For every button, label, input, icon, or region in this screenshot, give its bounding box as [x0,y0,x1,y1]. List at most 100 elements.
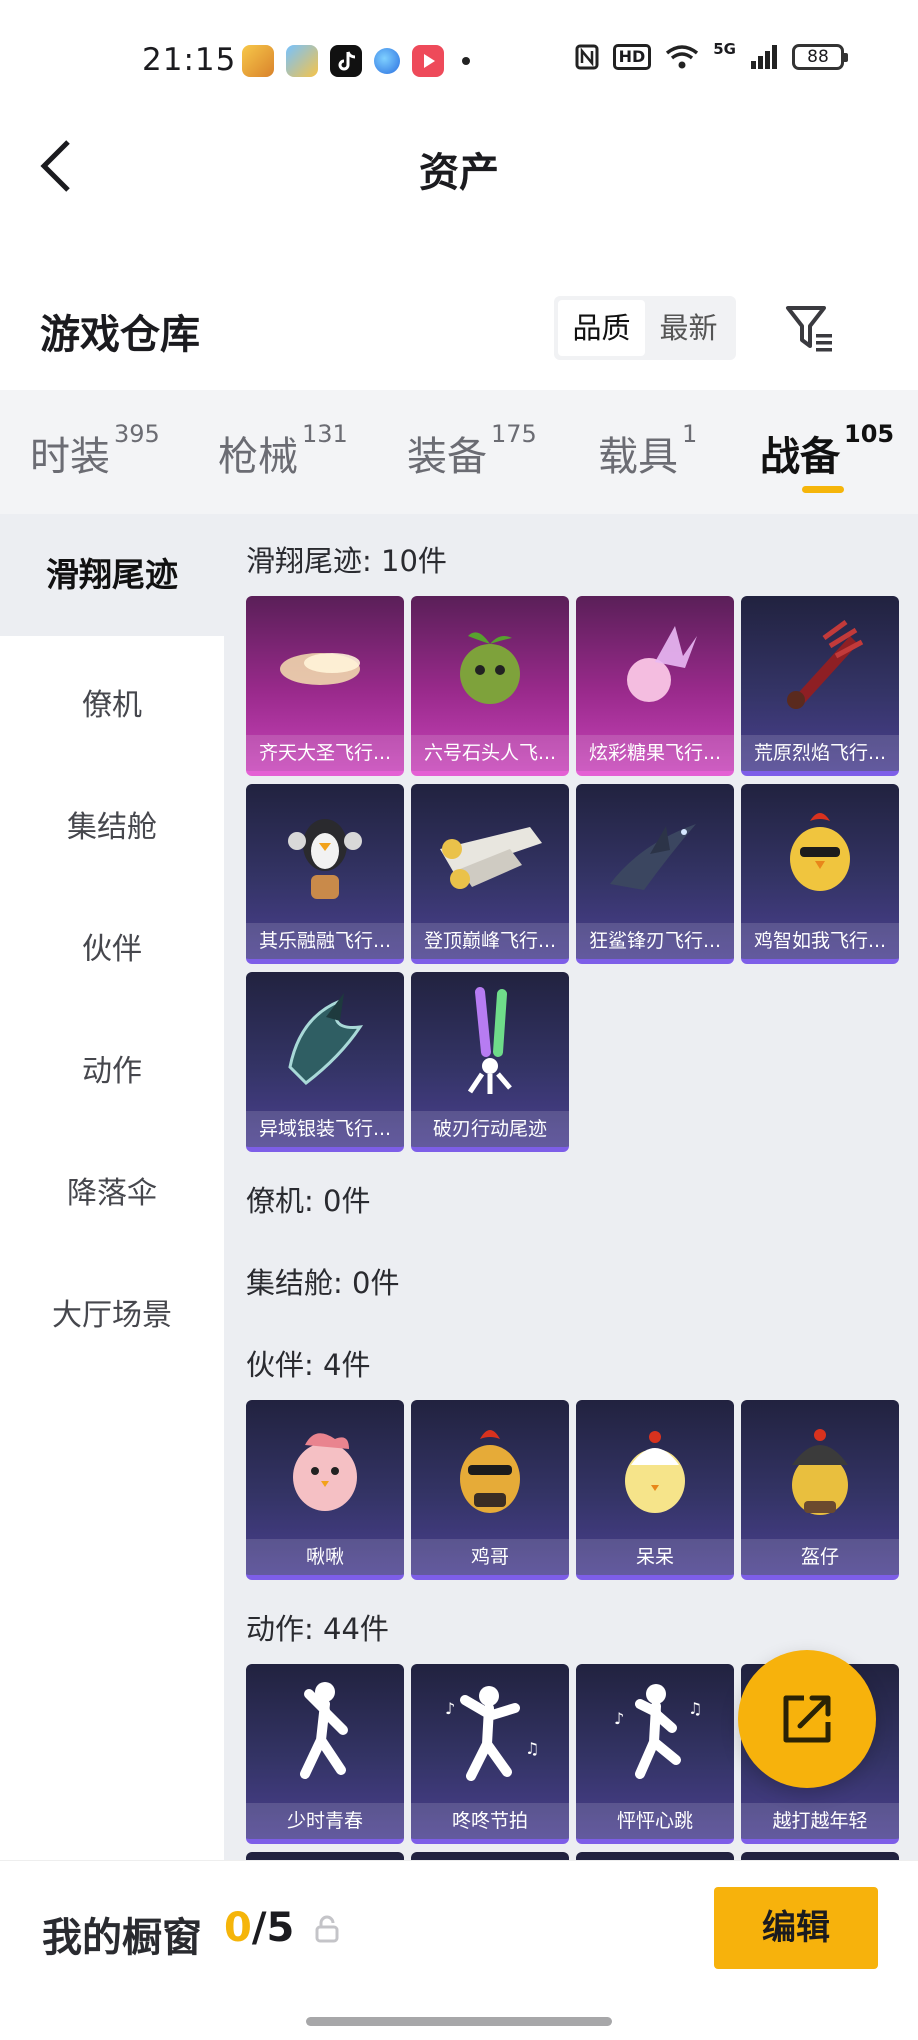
home-indicator[interactable] [306,2017,612,2026]
item-art: ♪ ♫ [576,1664,734,1804]
sidebar-item-partner[interactable]: 伙伴 [0,924,224,968]
item-card[interactable]: 其乐融融飞行... [246,784,404,964]
notification-icons [242,45,470,77]
item-art [576,784,734,924]
item-name: 炫彩糖果飞行... [576,735,734,771]
section-title-pod: 集结舱: 0件 [246,1266,400,1300]
item-card[interactable]: 齐天大圣飞行... [246,596,404,776]
tab-equipment[interactable]: 装备 175 [407,420,537,482]
sort-quality-button[interactable]: 品质 [558,300,645,356]
filter-icon[interactable] [784,302,836,354]
tab-vehicles[interactable]: 载具 1 [598,420,697,482]
game-app-icon [242,45,274,77]
item-art [741,596,899,736]
section-title-emote: 动作: 44件 [246,1612,389,1646]
svg-text:♫: ♫ [688,1699,702,1718]
status-time: 21:15 [142,42,237,78]
tab-guns[interactable]: 枪械 131 [218,420,348,482]
item-art [246,1664,404,1804]
item-card[interactable] [741,1852,899,1860]
item-name: 登顶巅峰飞行... [411,923,569,959]
showcase-count: 0/5 [224,1905,295,1951]
sort-toggle: 品质 最新 [554,296,736,360]
item-art [411,972,569,1112]
sidebar-item-glide-trail[interactable]: 滑翔尾迹 [0,514,224,636]
item-card[interactable]: 啾啾 [246,1400,404,1580]
status-bar: 21:15 HD 5G 88 [0,0,918,120]
item-name: 少时青春 [246,1803,404,1839]
more-notifications-icon [462,57,470,65]
tab-readiness[interactable]: 战备 105 [760,420,894,482]
svg-text:♫: ♫ [525,1739,539,1758]
item-card[interactable]: 狂鲨锋刃飞行... [576,784,734,964]
browser-app-icon [374,48,400,74]
sidebar-item-emote[interactable]: 动作 [0,1046,224,1090]
lock-icon [315,1915,339,1943]
assets-screen: 21:15 HD 5G 88 资产 游戏仓库 品质 最新 时装 395 枪械 1… [0,0,918,2040]
item-card[interactable] [576,1852,734,1860]
item-name: 齐天大圣飞行... [246,735,404,771]
system-icons: HD 5G 88 [575,40,848,70]
item-art [741,784,899,924]
showcase-label: 我的橱窗 [42,1915,202,1961]
showcase-bar: 我的橱窗 0/5 编辑 [0,1860,918,2040]
sidebar: 滑翔尾迹 僚机 集结舱 伙伴 动作 降落伞 大厅场景 [0,514,224,1860]
nfc-icon [575,44,599,70]
item-card[interactable]: 六号石头人飞... [411,596,569,776]
sort-newest-button[interactable]: 最新 [645,300,732,356]
item-name: 越打越年轻 [741,1803,899,1839]
edit-button[interactable]: 编辑 [714,1887,878,1969]
weather-app-icon [286,45,318,77]
item-card[interactable] [411,1852,569,1860]
active-tab-indicator [802,486,844,493]
warehouse-title: 游戏仓库 [40,312,200,358]
svg-text:♪: ♪ [445,1699,455,1718]
item-name: 啾啾 [246,1539,404,1575]
share-button[interactable] [738,1650,876,1788]
item-name: 鸡哥 [411,1539,569,1575]
item-card[interactable]: ♪ ♫ 怦怦心跳 [576,1664,734,1844]
item-name: 鸡智如我飞行... [741,923,899,959]
sidebar-item-wingman[interactable]: 僚机 [0,680,224,724]
hd-icon: HD [612,44,652,70]
item-card[interactable]: 破刃行动尾迹 [411,972,569,1152]
item-name: 咚咚节拍 [411,1803,569,1839]
item-art [576,596,734,736]
section-title-wingman: 僚机: 0件 [246,1184,371,1218]
sidebar-item-lobby-scene[interactable]: 大厅场景 [0,1290,224,1334]
sidebar-item-parachute[interactable]: 降落伞 [0,1168,224,1212]
signal-icon [751,45,777,69]
page-title: 资产 [419,150,499,196]
video-app-icon [412,45,444,77]
tab-fashion[interactable]: 时装 395 [30,420,160,482]
item-art [741,1400,899,1540]
item-name: 荒原烈焰飞行... [741,735,899,771]
item-art: ♪ ♫ [411,1664,569,1804]
item-name: 异域银装飞行... [246,1111,404,1147]
wifi-icon [666,45,699,69]
item-name: 怦怦心跳 [576,1803,734,1839]
item-card[interactable]: ♪ ♫ 咚咚节拍 [411,1664,569,1844]
item-art [576,1400,734,1540]
item-card[interactable]: 鸡哥 [411,1400,569,1580]
item-name: 破刃行动尾迹 [411,1111,569,1147]
item-card[interactable]: 鸡智如我飞行... [741,784,899,964]
item-card[interactable]: 炫彩糖果飞行... [576,596,734,776]
item-card[interactable]: 登顶巅峰飞行... [411,784,569,964]
tiktok-app-icon [330,45,362,77]
item-art [411,1400,569,1540]
item-card[interactable]: 少时青春 [246,1664,404,1844]
section-title-glide: 滑翔尾迹: 10件 [246,544,447,578]
battery-icon: 88 [792,44,848,70]
item-art [246,784,404,924]
item-card[interactable]: 呆呆 [576,1400,734,1580]
sidebar-item-pod[interactable]: 集结舱 [0,802,224,846]
item-card[interactable]: 盔仔 [741,1400,899,1580]
svg-text:♪: ♪ [614,1709,624,1728]
item-card[interactable]: 异域银装飞行... [246,972,404,1152]
item-card[interactable]: 荒原烈焰飞行... [741,596,899,776]
item-card[interactable] [246,1852,404,1860]
item-name: 六号石头人飞... [411,735,569,771]
item-name: 狂鲨锋刃飞行... [576,923,734,959]
share-icon [783,1695,831,1743]
